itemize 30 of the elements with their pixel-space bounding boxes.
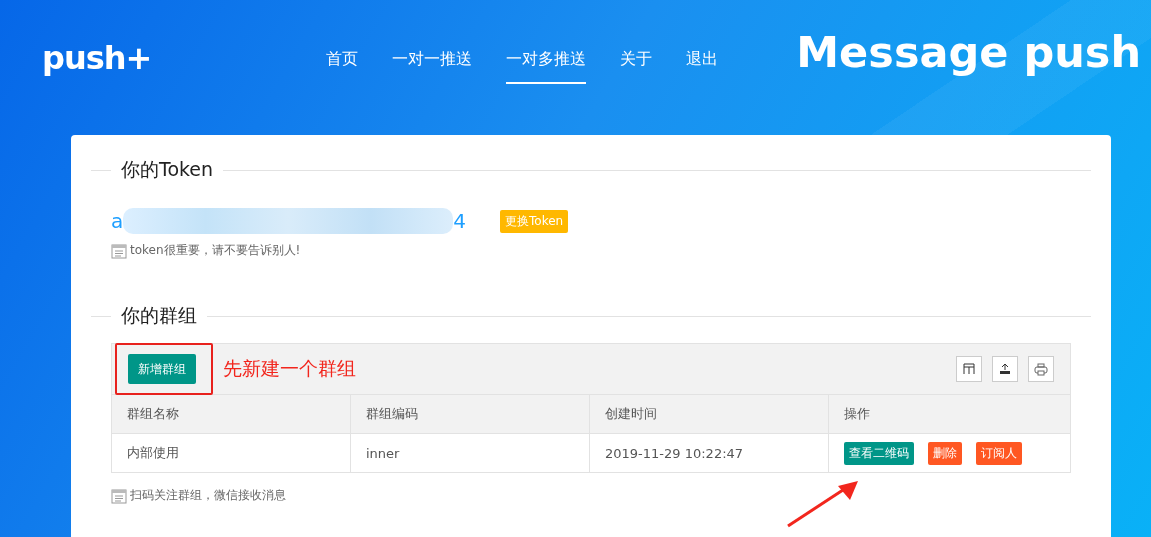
banner-title: Message push bbox=[796, 27, 1142, 77]
print-icon[interactable] bbox=[1028, 356, 1054, 382]
section-title: 你的群组 bbox=[120, 303, 198, 328]
column-header: 创建时间 bbox=[605, 405, 657, 423]
columns-icon[interactable] bbox=[956, 356, 982, 382]
hint-text: 扫码关注群组，微信接收消息 bbox=[130, 487, 286, 504]
action-button[interactable]: 删除 bbox=[928, 441, 962, 465]
nav-link[interactable]: 退出 bbox=[686, 36, 718, 84]
note-icon bbox=[111, 487, 127, 504]
column-header: 群组名称 bbox=[127, 405, 179, 423]
annotation-text: 先新建一个群组 bbox=[223, 356, 356, 381]
export-icon[interactable] bbox=[992, 356, 1018, 382]
action-button[interactable]: 查看二维码 bbox=[844, 441, 914, 465]
logo[interactable]: push+ bbox=[42, 39, 326, 77]
nav-link[interactable]: 首页 bbox=[326, 36, 358, 84]
table-cell: inner bbox=[366, 445, 400, 461]
column-header: 群组编码 bbox=[366, 405, 418, 423]
action-button[interactable]: 订阅人 bbox=[976, 441, 1022, 465]
section-title: 你的Token bbox=[120, 157, 215, 182]
nav-link[interactable]: 关于 bbox=[620, 36, 652, 84]
table-cell: 2019-11-29 10:22:47 bbox=[605, 445, 744, 461]
nav-link[interactable]: 一对多推送 bbox=[506, 36, 586, 84]
add-group-button[interactable]: 新增群组 bbox=[128, 354, 196, 384]
token-text: 4 bbox=[453, 209, 466, 233]
token-text: a bbox=[111, 209, 124, 233]
note-icon bbox=[111, 242, 127, 259]
table-cell: 内部使用 bbox=[127, 444, 179, 462]
nav-link[interactable]: 一对一推送 bbox=[392, 36, 472, 84]
column-header: 操作 bbox=[844, 405, 870, 423]
hint-text: token很重要，请不要告诉别人! bbox=[130, 242, 301, 259]
